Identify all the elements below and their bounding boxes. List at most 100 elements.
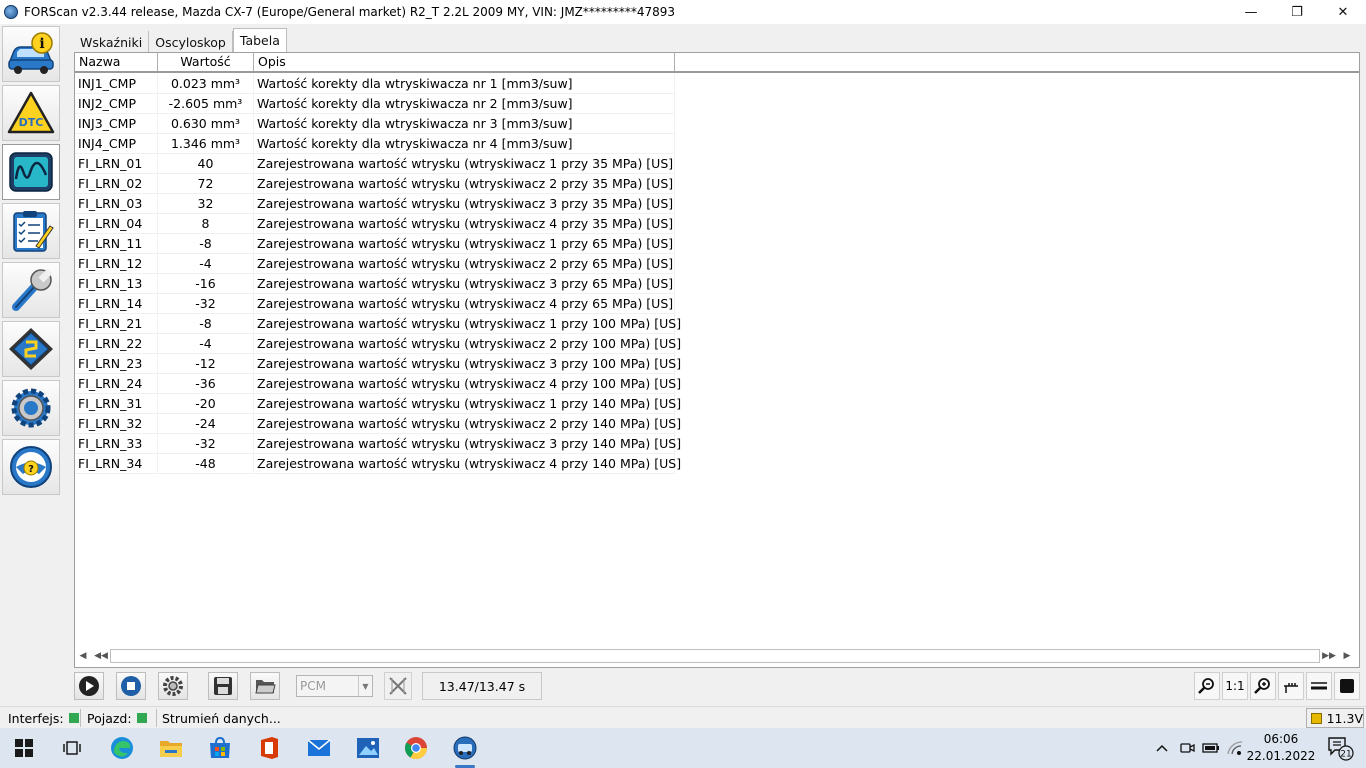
forscan-logo-icon <box>4 5 18 19</box>
tray-wifi[interactable] <box>1224 728 1246 768</box>
save-button[interactable] <box>208 672 238 700</box>
open-button[interactable] <box>250 672 280 700</box>
table-row[interactable]: FI_LRN_14 -32 Zarejestrowana wartość wtrys… <box>75 294 675 314</box>
scrollbar-track[interactable] <box>110 649 1320 663</box>
table-row[interactable]: FI_LRN_32 -24 Zarejestrowana wartość wtrys… <box>75 414 681 434</box>
settings-button[interactable] <box>158 672 188 700</box>
windows-logo-icon <box>15 739 33 757</box>
ruler-button[interactable] <box>1278 672 1304 700</box>
vehicle-status-indicator <box>136 713 147 723</box>
scroll-right-button[interactable]: ▶ <box>1338 648 1356 664</box>
table-row[interactable]: FI_LRN_01 40 Zarejestrowana wartość wtrysk… <box>75 154 675 174</box>
sidebar-item-help[interactable]: ? <box>2 439 60 495</box>
table-row[interactable]: INJ4_CMP 1.346 mm³ Wartość korekty dla wtr… <box>75 134 675 154</box>
column-header-description[interactable]: Opis <box>254 53 675 71</box>
column-header-name[interactable]: Nazwa <box>75 53 158 71</box>
table-row[interactable]: INJ3_CMP 0.630 mm³ Wartość korekty dla wtr… <box>75 114 675 134</box>
sidebar-item-service[interactable] <box>2 203 60 259</box>
tab-oscilloscope[interactable]: Oscyloskop <box>149 31 233 53</box>
table-row[interactable]: FI_LRN_02 72 Zarejestrowana wartość wtrysk… <box>75 174 675 194</box>
table-row[interactable]: FI_LRN_22 -4 Zarejestrowana wartość wtrysk… <box>75 334 681 354</box>
table-row[interactable]: FI_LRN_34 -48 Zarejestrowana wartość wtrys… <box>75 454 681 474</box>
scroll-left-button[interactable]: ◀ <box>74 648 92 664</box>
line-width-button[interactable] <box>1306 672 1332 700</box>
chrome-icon <box>405 737 427 759</box>
ruler-icon <box>1284 683 1298 693</box>
taskbar-photos[interactable] <box>344 728 392 768</box>
play-button[interactable] <box>74 672 104 700</box>
fill-button[interactable] <box>1334 672 1360 700</box>
horizontal-scrollbar[interactable]: ◀ ◀◀ ▶▶ ▶ <box>74 648 1356 664</box>
help-icon: ? <box>10 446 52 488</box>
table-row[interactable]: FI_LRN_11 -8 Zarejestrowana wartość wtrysk… <box>75 234 675 254</box>
sidebar-item-modules[interactable] <box>2 321 60 377</box>
notification-icon: 21 <box>1328 737 1354 761</box>
taskbar-mail[interactable] <box>295 728 343 768</box>
taskbar-store[interactable] <box>196 728 244 768</box>
restore-button[interactable]: ❐ <box>1274 0 1320 24</box>
table-row[interactable]: FI_LRN_04 8 Zarejestrowana wartość wtrysku… <box>75 214 675 234</box>
taskbar-file-explorer[interactable] <box>147 728 195 768</box>
close-button[interactable]: ✕ <box>1320 0 1366 24</box>
table-row[interactable]: FI_LRN_21 -8 Zarejestrowana wartość wtrysk… <box>75 314 681 334</box>
cell-description: Zarejestrowana wartość wtrysku (wtryskiw… <box>254 214 675 233</box>
voltage-value: 11.3V <box>1326 710 1363 726</box>
cell-description: Zarejestrowana wartość wtrysku (wtryskiw… <box>254 194 675 213</box>
table-row[interactable]: INJ1_CMP 0.023 mm³ Wartość korekty dla wtr… <box>75 74 675 94</box>
cell-name: FI_LRN_13 <box>75 274 158 293</box>
vehicle-label: Pojazd: <box>87 710 132 726</box>
taskbar: 06:06 22.01.2022 21 <box>0 728 1366 768</box>
cell-name: FI_LRN_14 <box>75 294 158 313</box>
zoom-out-button[interactable] <box>1194 672 1220 700</box>
module-select[interactable]: PCM ▼ <box>296 675 373 697</box>
clear-button[interactable] <box>384 672 412 700</box>
tray-battery[interactable] <box>1200 728 1222 768</box>
sidebar-item-configuration[interactable] <box>2 262 60 318</box>
table-row[interactable]: FI_LRN_33 -32 Zarejestrowana wartość wtrys… <box>75 434 681 454</box>
window-title: FORScan v2.3.44 release, Mazda CX-7 (Eur… <box>24 5 676 19</box>
notification-center-button[interactable]: 21 <box>1320 728 1360 768</box>
table-row[interactable]: FI_LRN_03 32 Zarejestrowana wartość wtrysk… <box>75 194 675 214</box>
show-hidden-icons-button[interactable] <box>1152 728 1172 768</box>
stream-status-text: Strumień danych... <box>162 710 281 726</box>
zoom-in-button[interactable] <box>1250 672 1276 700</box>
cell-value: -24 <box>158 414 254 433</box>
scroll-page-left-button[interactable]: ◀◀ <box>92 648 110 664</box>
column-header-value[interactable]: Wartość <box>158 53 254 71</box>
table-row[interactable]: FI_LRN_31 -20 Zarejestrowana wartość wtrys… <box>75 394 681 414</box>
table-row[interactable]: FI_LRN_23 -12 Zarejestrowana wartość wtrys… <box>75 354 681 374</box>
table-row[interactable]: FI_LRN_12 -4 Zarejestrowana wartość wtrysk… <box>75 254 675 274</box>
taskbar-edge[interactable] <box>98 728 146 768</box>
tab-table[interactable]: Tabela <box>232 28 287 52</box>
table-row[interactable]: FI_LRN_24 -36 Zarejestrowana wartość wtrys… <box>75 374 681 394</box>
taskbar-clock[interactable]: 06:06 22.01.2022 <box>1244 731 1318 765</box>
cell-value: -32 <box>158 294 254 313</box>
minimize-button[interactable]: — <box>1228 0 1274 24</box>
task-view-button[interactable] <box>48 728 96 768</box>
cell-value: 40 <box>158 154 254 173</box>
recording-time: 13.47/13.47 s <box>422 672 542 700</box>
sidebar-item-settings[interactable] <box>2 380 60 436</box>
table-row[interactable]: FI_LRN_13 -16 Zarejestrowana wartość wtrys… <box>75 274 675 294</box>
sidebar-item-dtc[interactable]: DTC <box>2 85 60 141</box>
cell-name: FI_LRN_12 <box>75 254 158 273</box>
save-icon <box>214 677 232 695</box>
taskbar-office[interactable] <box>245 728 293 768</box>
cell-description: Zarejestrowana wartość wtrysku (wtryskiw… <box>254 454 681 473</box>
taskbar-forscan[interactable] <box>441 728 489 768</box>
cell-description: Zarejestrowana wartość wtrysku (wtryskiw… <box>254 434 681 453</box>
sidebar-item-oscilloscope[interactable] <box>2 144 60 200</box>
scroll-page-right-button[interactable]: ▶▶ <box>1320 648 1338 664</box>
cell-name: FI_LRN_32 <box>75 414 158 433</box>
sidebar-item-vehicle-info[interactable]: i <box>2 26 60 82</box>
tab-gauges[interactable]: Wskaźniki <box>74 31 150 53</box>
tray-meet-now[interactable] <box>1176 728 1198 768</box>
cell-value: 72 <box>158 174 254 193</box>
taskbar-chrome[interactable] <box>392 728 440 768</box>
cell-name: FI_LRN_22 <box>75 334 158 353</box>
zoom-reset-button[interactable]: 1:1 <box>1222 672 1248 700</box>
table-row[interactable]: INJ2_CMP -2.605 mm³ Wartość korekty dla wt… <box>75 94 675 114</box>
start-button[interactable] <box>0 728 48 768</box>
stop-button[interactable] <box>116 672 146 700</box>
status-separator <box>156 709 157 727</box>
